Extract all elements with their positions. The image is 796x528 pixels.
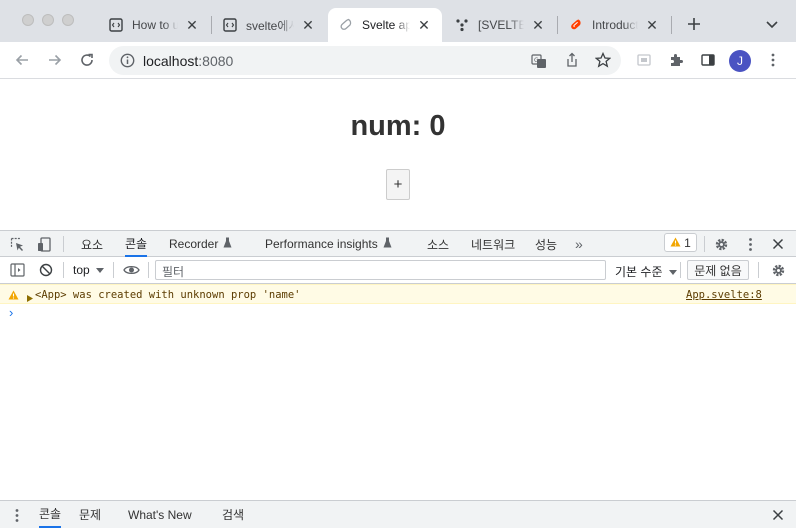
url-port: :8080 [198, 53, 234, 69]
more-tabs-chevron-icon[interactable]: » [575, 231, 583, 257]
window-close-button[interactable] [22, 14, 34, 26]
drawer-tab-search[interactable]: 검색 [222, 501, 244, 528]
browser-tab-3-active[interactable]: Svelte ap ✕ [328, 8, 442, 42]
warning-source-link[interactable]: App.svelte:8 [686, 289, 762, 301]
warning-triangle-icon [8, 289, 19, 303]
clear-console-icon[interactable] [38, 262, 54, 278]
tab-performance[interactable]: 성능 [535, 231, 557, 257]
flask-icon [383, 237, 392, 251]
live-expression-eye-icon[interactable] [122, 262, 140, 278]
tab-network[interactable]: 네트워크 [471, 231, 515, 257]
back-button[interactable] [10, 48, 34, 72]
log-levels-dropdown[interactable]: 기본 수준 [615, 263, 677, 280]
devtools-drawer: 콘솔 문제 What's New 검색 [0, 500, 796, 528]
console-messages: <App> was created with unknown prop 'nam… [0, 284, 796, 500]
browser-tab-4[interactable]: [SVELTE] ✕ [444, 8, 556, 42]
address-bar[interactable]: localhost:8080 G [109, 46, 621, 75]
tab-title: How to u [132, 18, 178, 32]
drawer-tab-console[interactable]: 콘솔 [39, 501, 62, 528]
tab-sources[interactable]: 소스 [427, 231, 449, 257]
close-icon[interactable]: ✕ [416, 17, 432, 33]
dropdown-arrow-icon [95, 263, 104, 277]
kebab-menu-icon[interactable] [742, 236, 758, 252]
code-file-icon [222, 17, 238, 33]
console-sidebar-icon[interactable] [9, 262, 25, 278]
svg-text:G: G [534, 57, 539, 64]
warning-count: 1 [684, 235, 691, 250]
context-selector-label: top [73, 263, 90, 277]
window-zoom-button[interactable] [62, 14, 74, 26]
velog-icon [454, 17, 470, 33]
code-file-icon [108, 17, 124, 33]
browser-toolbar: localhost:8080 G [0, 42, 796, 79]
log-levels-label: 기본 수준 [615, 265, 663, 279]
tab-performance-insights-label: Performance insights [265, 237, 378, 251]
new-tab-button[interactable] [682, 12, 706, 36]
flask-icon [223, 237, 232, 251]
close-icon[interactable]: ✕ [184, 17, 200, 33]
svelte-icon [338, 17, 354, 33]
tab-title: Svelte ap [362, 18, 410, 32]
tab-recorder[interactable]: Recorder [169, 231, 232, 257]
tab-title: [SVELTE] [478, 18, 524, 32]
context-selector[interactable]: top [73, 263, 104, 277]
close-devtools-icon[interactable] [770, 236, 786, 252]
profile-avatar[interactable]: J [729, 50, 751, 72]
close-icon[interactable]: ✕ [644, 17, 660, 33]
drawer-menu-icon[interactable] [9, 507, 25, 523]
tab-performance-insights[interactable]: Performance insights [265, 231, 392, 257]
reload-button[interactable] [75, 48, 99, 72]
translate-icon[interactable]: G [531, 53, 547, 72]
page-viewport: num: 0 + [0, 80, 796, 230]
forward-button[interactable] [43, 48, 67, 72]
extensions-puzzle-icon[interactable] [664, 48, 688, 72]
share-icon[interactable] [564, 52, 580, 71]
dropdown-arrow-icon [668, 265, 677, 279]
drawer-tab-issues[interactable]: 문제 [79, 501, 101, 528]
tab-search-button[interactable] [760, 12, 784, 36]
media-router-icon[interactable] [632, 48, 656, 72]
warning-count-badge[interactable]: 1 [664, 233, 697, 252]
close-drawer-icon[interactable] [770, 507, 786, 523]
url-text: localhost:8080 [143, 53, 233, 69]
console-settings-gear-icon[interactable] [770, 262, 786, 278]
drawer-tab-whats-new[interactable]: What's New [128, 501, 192, 528]
console-prompt[interactable]: › [9, 305, 13, 320]
console-filter-bar: top 필터 기본 수준 문제 없음 [0, 257, 796, 284]
settings-gear-icon[interactable] [713, 236, 729, 252]
browser-tab-2[interactable]: svelte에서 ✕ [212, 8, 326, 42]
side-panel-icon[interactable] [696, 48, 720, 72]
page-heading: num: 0 [350, 110, 446, 142]
tab-title: svelte에서 [246, 18, 294, 33]
warning-message: <App> was created with unknown prop 'nam… [35, 289, 301, 301]
console-filter-input[interactable]: 필터 [155, 260, 606, 280]
window-minimize-button[interactable] [42, 14, 54, 26]
tab-title: Introduct [592, 18, 638, 32]
url-host: localhost [143, 53, 199, 69]
browser-menu-icon[interactable] [761, 48, 785, 72]
console-warning-row[interactable]: <App> was created with unknown prop 'nam… [0, 284, 796, 304]
warning-triangle-icon [670, 236, 681, 250]
tab-recorder-label: Recorder [169, 237, 219, 251]
tab-strip: How to u ✕ svelte에서 ✕ Svelte ap ✕ [SVELT… [0, 0, 796, 42]
device-toolbar-icon[interactable] [36, 236, 52, 252]
inspect-element-icon[interactable] [9, 236, 25, 252]
browser-tab-5[interactable]: Introduct ✕ [558, 8, 670, 42]
info-icon[interactable] [120, 53, 135, 71]
close-icon[interactable]: ✕ [530, 17, 546, 33]
svelte-red-icon [568, 17, 584, 33]
tab-console[interactable]: 콘솔 [125, 231, 148, 257]
increment-button[interactable]: + [386, 169, 410, 200]
expand-triangle-icon[interactable] [27, 291, 33, 305]
close-icon[interactable]: ✕ [300, 17, 316, 33]
issues-button[interactable]: 문제 없음 [687, 260, 749, 280]
tab-elements[interactable]: 요소 [81, 231, 103, 257]
bookmark-star-icon[interactable] [594, 51, 612, 71]
browser-tab-1[interactable]: How to u ✕ [98, 8, 210, 42]
